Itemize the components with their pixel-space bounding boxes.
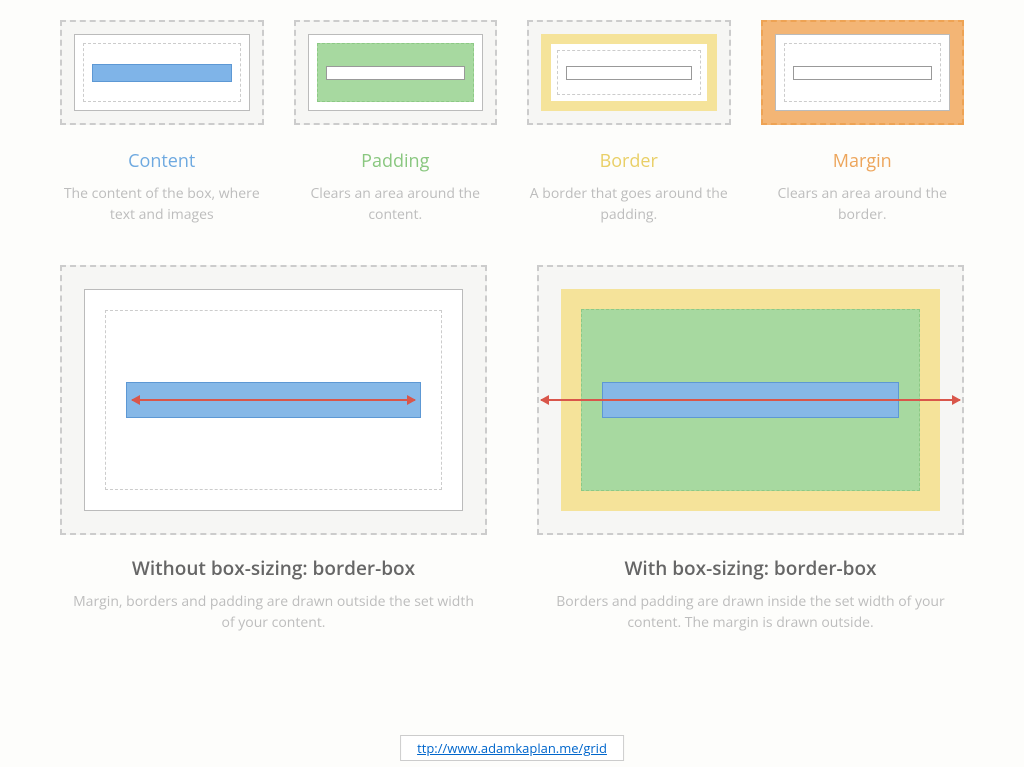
content-desc: The content of the box, where text and i… xyxy=(60,183,264,225)
border-title: Border xyxy=(527,149,731,173)
padding-desc: Clears an area around the content. xyxy=(294,183,498,225)
source-link[interactable]: ttp://www.adamkaplan.me/grid xyxy=(417,739,607,757)
width-arrow-icon xyxy=(132,399,415,401)
box-model-padding: Padding Clears an area around the conten… xyxy=(294,20,498,225)
margin-title: Margin xyxy=(761,149,965,173)
without-desc: Margin, borders and padding are drawn ou… xyxy=(60,591,487,633)
content-title: Content xyxy=(60,149,264,173)
without-figure xyxy=(60,265,487,535)
with-figure xyxy=(537,265,964,535)
with-desc: Borders and padding are drawn inside the… xyxy=(537,591,964,633)
source-link-box: ttp://www.adamkaplan.me/grid xyxy=(400,735,624,761)
box-model-border: Border A border that goes around the pad… xyxy=(527,20,731,225)
without-title: Without box-sizing: border-box xyxy=(60,555,487,581)
margin-figure xyxy=(761,20,965,125)
with-title: With box-sizing: border-box xyxy=(537,555,964,581)
margin-desc: Clears an area around the border. xyxy=(761,183,965,225)
border-figure xyxy=(527,20,731,125)
box-sizing-row: Without box-sizing: border-box Margin, b… xyxy=(60,265,964,633)
box-model-content: Content The content of the box, where te… xyxy=(60,20,264,225)
box-sizing-without: Without box-sizing: border-box Margin, b… xyxy=(60,265,487,633)
padding-figure xyxy=(294,20,498,125)
content-figure xyxy=(60,20,264,125)
width-arrow-icon xyxy=(541,399,960,401)
border-desc: A border that goes around the padding. xyxy=(527,183,731,225)
box-sizing-with: With box-sizing: border-box Borders and … xyxy=(537,265,964,633)
padding-title: Padding xyxy=(294,149,498,173)
box-model-margin: Margin Clears an area around the border. xyxy=(761,20,965,225)
box-model-row: Content The content of the box, where te… xyxy=(60,20,964,225)
